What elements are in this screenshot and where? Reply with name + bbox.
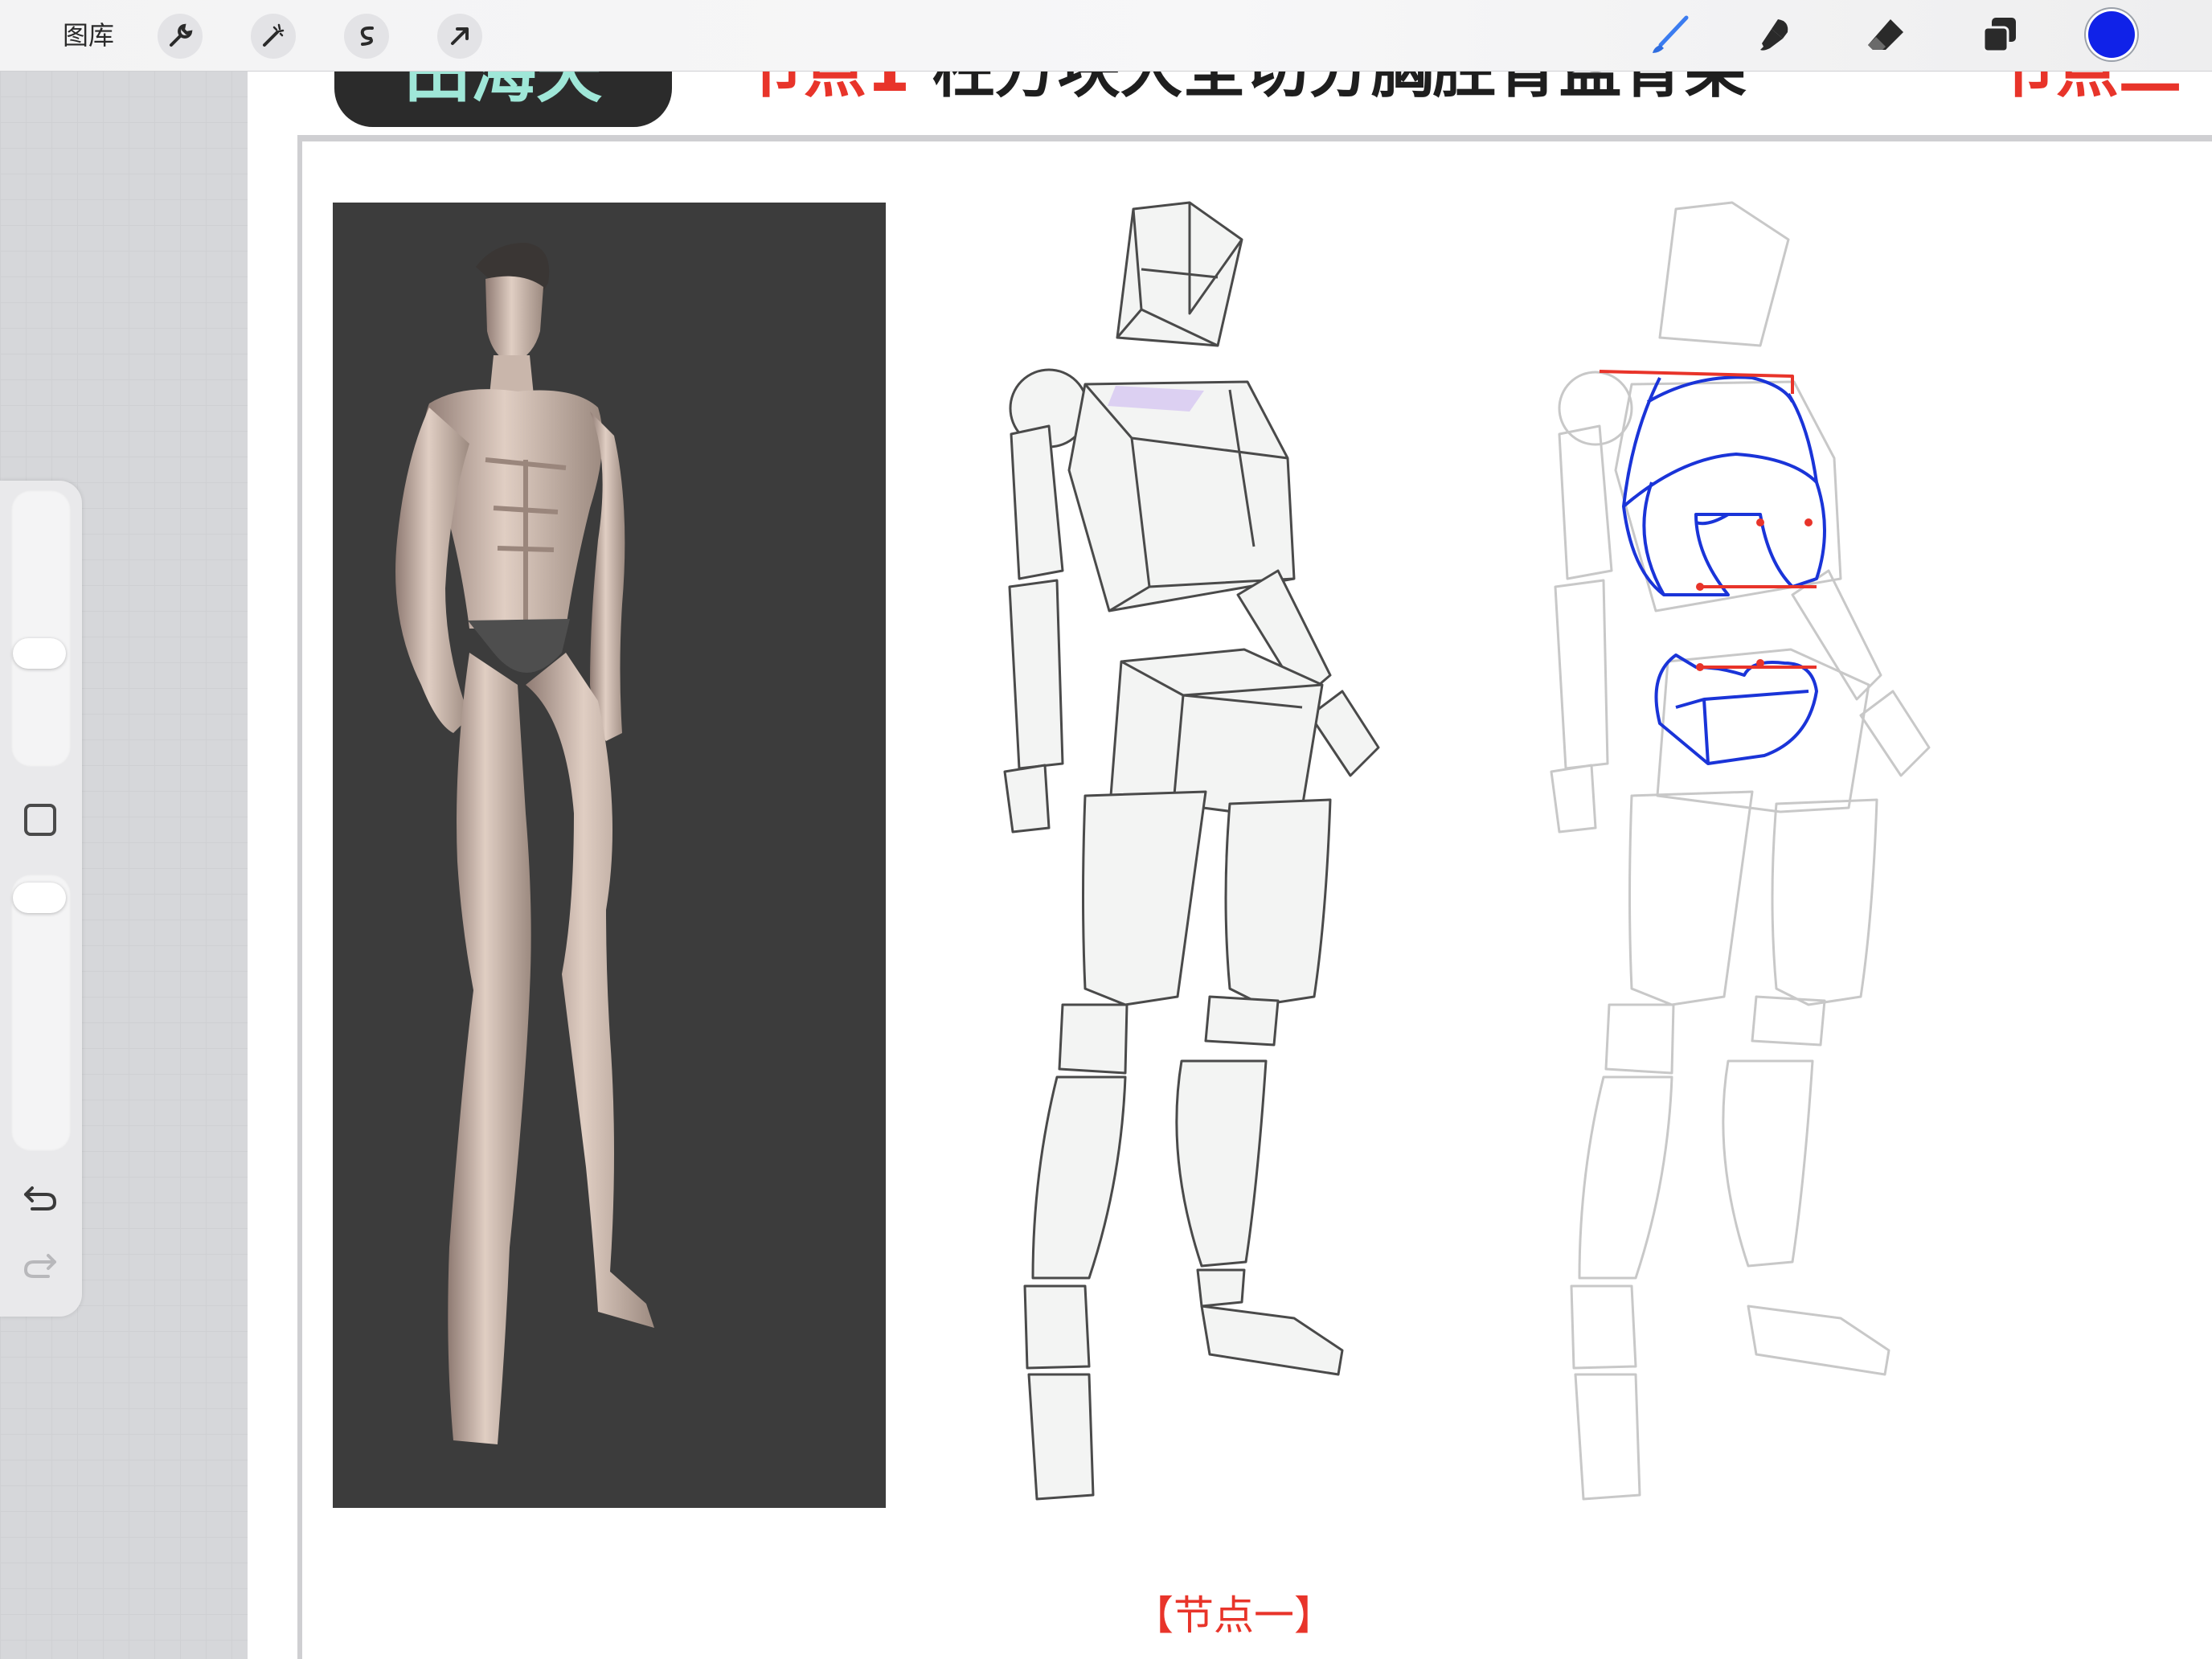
layers-icon xyxy=(1982,18,2016,53)
modify-button[interactable] xyxy=(24,804,56,836)
undo-button[interactable] xyxy=(21,1180,59,1215)
transform-button[interactable] xyxy=(437,14,482,59)
brush-icon xyxy=(1653,15,1689,53)
selection-icon xyxy=(360,26,374,46)
eraser-tool-button[interactable] xyxy=(1862,11,1910,59)
smudge-icon xyxy=(1760,19,1788,51)
actions-button[interactable] xyxy=(158,14,203,59)
magic-wand-icon xyxy=(263,23,285,47)
eraser-icon xyxy=(1868,19,1903,50)
smudge-tool-button[interactable] xyxy=(1751,11,1799,59)
left-sidebar xyxy=(0,481,82,1317)
brush-tool-button[interactable] xyxy=(1646,11,1694,59)
opacity-slider[interactable] xyxy=(11,875,71,1151)
undo-icon xyxy=(24,1186,56,1210)
box-mannequin-figure xyxy=(1003,201,1380,1501)
redo-icon xyxy=(24,1254,56,1278)
redo-button[interactable] xyxy=(21,1247,59,1283)
opacity-slider-thumb[interactable] xyxy=(13,883,66,913)
anatomy-overlay-figure xyxy=(1550,201,1931,1501)
brush-size-slider-thumb[interactable] xyxy=(13,638,66,669)
wrench-icon xyxy=(170,23,193,47)
brush-size-slider[interactable] xyxy=(11,490,71,767)
transform-arrow-icon xyxy=(451,27,469,45)
reference-figure-panel xyxy=(333,203,886,1508)
construction-sketches xyxy=(924,193,2001,1531)
top-toolbar: 图库 xyxy=(0,0,2212,72)
layers-button[interactable] xyxy=(1976,11,2024,59)
figure-caption: 【节点一】 xyxy=(1133,1592,1334,1639)
gallery-button[interactable]: 图库 xyxy=(63,16,114,55)
reference-figure-illustration xyxy=(395,243,654,1444)
adjustments-button[interactable] xyxy=(251,14,296,59)
selection-button[interactable] xyxy=(344,14,389,59)
color-picker-button[interactable] xyxy=(2088,11,2135,58)
